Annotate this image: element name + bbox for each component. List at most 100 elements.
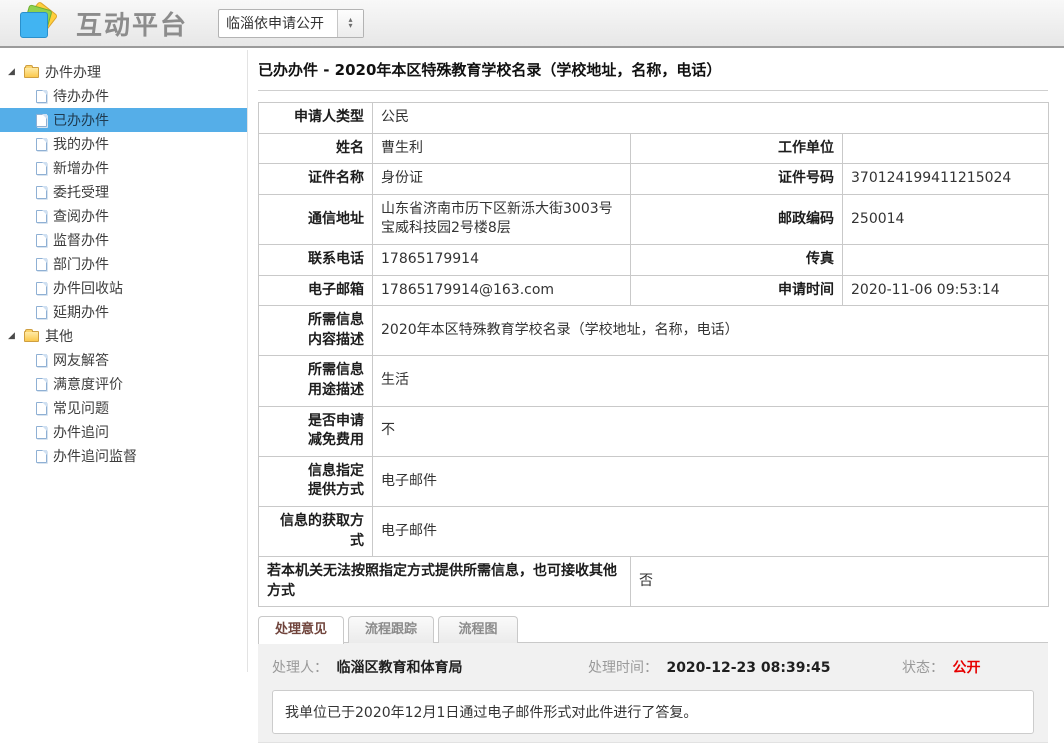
tree-folder[interactable]: ◢ 办件办理: [0, 60, 247, 84]
sidebar-tree: ◢ 办件办理待办办件已办办件我的办件新增办件委托受理查阅办件监督办件部门办件办件回…: [0, 50, 248, 672]
tree-item-label: 我的办件: [53, 134, 109, 154]
field-label: 是否申请 减免费用: [259, 406, 373, 456]
field-label: 所需信息 内容描述: [259, 306, 373, 356]
handle-time-field: 处理时间： 2020-12-23 08:39:45: [588, 657, 902, 677]
field-value: 17865179914: [373, 244, 631, 275]
page-icon: [36, 210, 47, 223]
field-label: 所需信息 用途描述: [259, 356, 373, 406]
page-icon: [36, 186, 47, 199]
tab[interactable]: 流程跟踪: [348, 616, 434, 643]
folder-icon: [24, 67, 39, 78]
field-value: [843, 244, 1049, 275]
table-row: 电子邮箱17865179914@163.com申请时间2020-11-06 09…: [259, 275, 1049, 306]
result-meta-row: 处理人： 临淄区教育和体育局 处理时间： 2020-12-23 08:39:45…: [258, 644, 1048, 688]
page-icon: [36, 114, 47, 127]
tree-item[interactable]: 已办办件: [0, 108, 247, 132]
tree-item-label: 委托受理: [53, 182, 109, 202]
tree-item[interactable]: 查阅办件: [0, 204, 247, 228]
field-value: 山东省济南市历下区新泺大街3003号宝威科技园2号楼8层: [373, 194, 631, 244]
tree-item-label: 新增办件: [53, 158, 109, 178]
page-icon: [36, 282, 47, 295]
tree-item[interactable]: 常见问题: [0, 396, 247, 420]
combobox-spinner-icon[interactable]: ▴▾: [337, 10, 363, 37]
tree-item-label: 待办办件: [53, 86, 109, 106]
field-label: 工作单位: [631, 133, 843, 164]
tab[interactable]: 处理意见: [258, 616, 344, 644]
page-icon: [36, 402, 47, 415]
field-value: 电子邮件: [373, 456, 1049, 506]
tree-item-label: 已办办件: [53, 110, 109, 130]
tree-item[interactable]: 办件回收站: [0, 276, 247, 300]
field-value: 17865179914@163.com: [373, 275, 631, 306]
field-label: 邮政编码: [631, 194, 843, 244]
tree-item[interactable]: 网友解答: [0, 348, 247, 372]
tree-item-label: 网友解答: [53, 350, 109, 370]
page-icon: [36, 90, 47, 103]
tab[interactable]: 流程图: [438, 616, 518, 643]
handle-time-value: 2020-12-23 08:39:45: [666, 660, 830, 676]
tree-item-label: 部门办件: [53, 254, 109, 274]
tab-bar: 处理意见流程跟踪流程图: [258, 616, 1048, 643]
tree-item[interactable]: 满意度评价: [0, 372, 247, 396]
page-icon: [36, 378, 47, 391]
scope-combobox[interactable]: 临淄依申请公开 ▴▾: [218, 9, 364, 38]
status-badge: 公开: [952, 660, 980, 676]
field-value: [843, 133, 1049, 164]
field-value: 370124199411215024: [843, 164, 1049, 195]
tree-item-label: 监督办件: [53, 230, 109, 250]
handler-value: 临淄区教育和体育局: [336, 660, 462, 676]
page-icon: [36, 306, 47, 319]
caret-expanded-icon[interactable]: ◢: [8, 67, 20, 77]
tree-item[interactable]: 新增办件: [0, 156, 247, 180]
field-label: 申请时间: [631, 275, 843, 306]
field-label: 证件名称: [259, 164, 373, 195]
tree-item-label: 查阅办件: [53, 206, 109, 226]
app-header: 互动平台 临淄依申请公开 ▴▾: [0, 0, 1064, 48]
table-row: 信息的获取方式电子邮件: [259, 506, 1049, 556]
table-row: 信息指定 提供方式电子邮件: [259, 456, 1049, 506]
folder-icon: [24, 331, 39, 342]
tree-item[interactable]: 延期办件: [0, 300, 247, 324]
reply-comment-box: 我单位已于2020年12月1日通过电子邮件形式对此件进行了答复。: [272, 690, 1034, 734]
tree-folder-label: 办件办理: [45, 62, 101, 82]
field-label: 姓名: [259, 133, 373, 164]
field-label: 电子邮箱: [259, 275, 373, 306]
page-icon: [36, 234, 47, 247]
result-panel: 处理人： 临淄区教育和体育局 处理时间： 2020-12-23 08:39:45…: [258, 643, 1048, 743]
page-icon: [36, 138, 47, 151]
tree-item-label: 常见问题: [53, 398, 109, 418]
tree-folder[interactable]: ◢ 其他: [0, 324, 247, 348]
page-icon: [36, 258, 47, 271]
table-row: 姓名曹生利工作单位: [259, 133, 1049, 164]
tree-item[interactable]: 办件追问: [0, 420, 247, 444]
table-row: 通信地址山东省济南市历下区新泺大街3003号宝威科技园2号楼8层邮政编码2500…: [259, 194, 1049, 244]
tree-item-label: 办件回收站: [53, 278, 123, 298]
field-value: 2020年本区特殊教育学校名录（学校地址，名称，电话）: [373, 306, 1049, 356]
tree-item[interactable]: 待办办件: [0, 84, 247, 108]
table-row: 所需信息 内容描述2020年本区特殊教育学校名录（学校地址，名称，电话）: [259, 306, 1049, 356]
field-label: 信息指定 提供方式: [259, 456, 373, 506]
page-icon: [36, 426, 47, 439]
page-title: 已办办件 - 2020年本区特殊教育学校名录（学校地址，名称，电话）: [258, 50, 1048, 91]
page-icon: [36, 162, 47, 175]
app-logo-icon: [16, 3, 62, 43]
tree-item[interactable]: 部门办件: [0, 252, 247, 276]
detail-table: 申请人类型公民姓名曹生利工作单位证件名称身份证证件号码3701241994112…: [258, 102, 1049, 607]
tree-item-label: 办件追问: [53, 422, 109, 442]
tree-item[interactable]: 监督办件: [0, 228, 247, 252]
handle-time-label: 处理时间：: [588, 660, 658, 676]
main-content: 已办办件 - 2020年本区特殊教育学校名录（学校地址，名称，电话） 申请人类型…: [258, 50, 1048, 743]
caret-expanded-icon[interactable]: ◢: [8, 331, 20, 341]
page-icon: [36, 450, 47, 463]
field-label: 若本机关无法按照指定方式提供所需信息，也可接收其他方式: [259, 557, 631, 607]
table-row: 证件名称身份证证件号码370124199411215024: [259, 164, 1049, 195]
tree-item[interactable]: 办件追问监督: [0, 444, 247, 468]
tree-item[interactable]: 委托受理: [0, 180, 247, 204]
table-row: 若本机关无法按照指定方式提供所需信息，也可接收其他方式否: [259, 557, 1049, 607]
tree-item[interactable]: 我的办件: [0, 132, 247, 156]
table-row: 申请人类型公民: [259, 103, 1049, 134]
status-label: 状态：: [902, 660, 944, 676]
table-row: 联系电话17865179914传真: [259, 244, 1049, 275]
field-label: 信息的获取方式: [259, 506, 373, 556]
tree-folder-label: 其他: [45, 326, 73, 346]
